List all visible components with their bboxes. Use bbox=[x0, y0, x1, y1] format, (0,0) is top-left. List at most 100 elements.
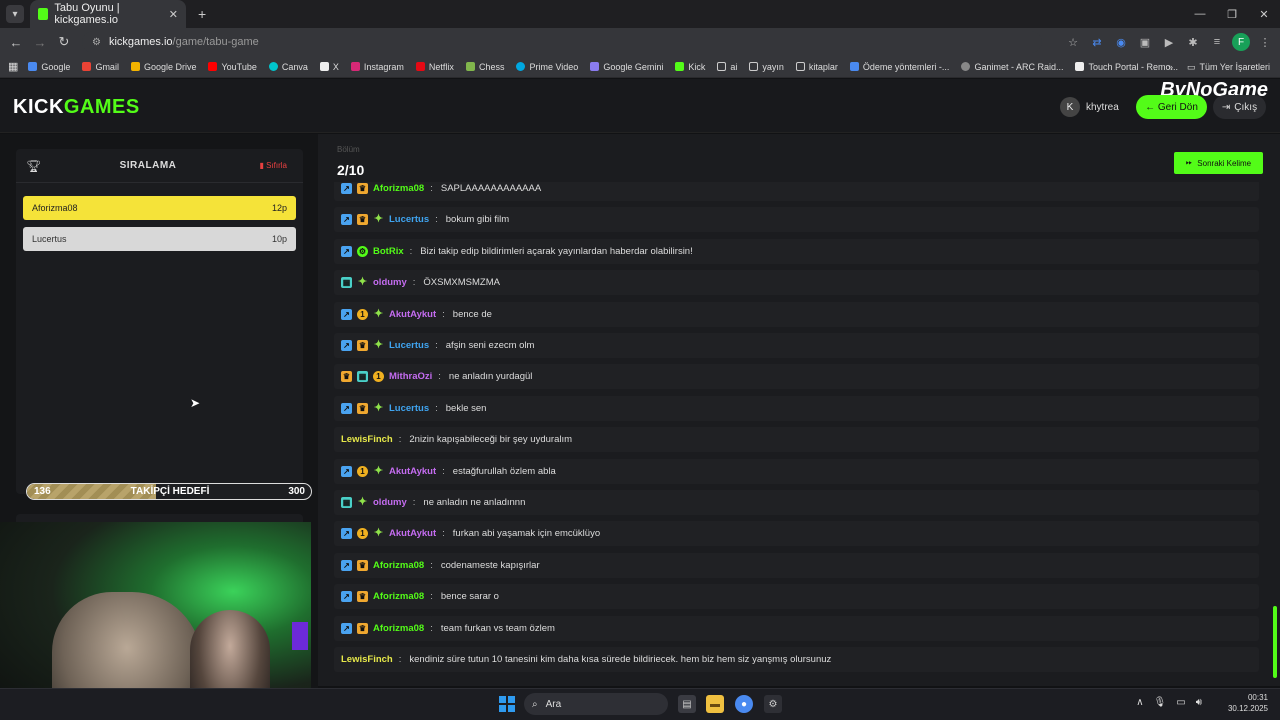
chevron-right-icon[interactable]: » bbox=[1168, 62, 1173, 72]
bookmark-netflix[interactable]: Netflix bbox=[415, 62, 454, 72]
reset-button[interactable]: ▮ Sıfırla bbox=[259, 161, 287, 170]
chat-text: afşin seni ezecm olm bbox=[445, 340, 535, 351]
chat-username[interactable]: AkutAykut bbox=[389, 466, 436, 477]
extension-icon[interactable]: ▣ bbox=[1136, 33, 1154, 51]
bookmark-folder-yayin[interactable]: yayın bbox=[749, 62, 784, 72]
speaker-icon[interactable]: 🔊︎ bbox=[1196, 697, 1202, 708]
bookmark-x[interactable]: X bbox=[319, 62, 339, 72]
maximize-button[interactable]: ❐ bbox=[1216, 8, 1248, 21]
site-logo[interactable]: KICKGAMES bbox=[13, 96, 140, 119]
goal-label: TAKİPÇİ HEDEFİ bbox=[130, 486, 210, 497]
file-explorer-icon[interactable]: ▬ bbox=[706, 695, 724, 713]
chrome-icon[interactable]: ● bbox=[735, 695, 753, 713]
back-button[interactable]: ← Geri Dön bbox=[1136, 95, 1207, 119]
chat-username[interactable]: MithraOzi bbox=[389, 371, 432, 382]
clock[interactable]: 00:31 30.12.2025 bbox=[1228, 692, 1268, 714]
ranking-panel: 🏆︎ SIRALAMA ▮ Sıfırla Aforizma08 12p Luc… bbox=[16, 149, 303, 494]
chat-username[interactable]: Aforizma08 bbox=[373, 623, 424, 634]
microphone-icon[interactable]: 🎙︎ bbox=[1154, 697, 1167, 708]
chat-username[interactable]: LewisFinch bbox=[341, 654, 393, 665]
network-icon[interactable]: ▭ bbox=[1176, 697, 1185, 708]
player-name: Aforizma08 bbox=[32, 203, 78, 213]
chat-separator: : bbox=[442, 465, 445, 477]
bookmark-kick[interactable]: Kick bbox=[675, 62, 705, 72]
chat-separator: : bbox=[442, 308, 445, 320]
chat-message: ▦ ✦ oldumy: ne anladın ne anladınnn bbox=[334, 490, 1259, 515]
taskbar-search[interactable]: ⌕ Ara bbox=[524, 693, 668, 715]
bookmark-canva[interactable]: Canva bbox=[268, 62, 308, 72]
all-bookmarks-label: Tüm Yer İşaretleri bbox=[1199, 62, 1270, 72]
menu-dots-icon[interactable]: ⋮ bbox=[1256, 33, 1274, 51]
bookmark-instagram[interactable]: Instagram bbox=[350, 62, 404, 72]
chat-message: LewisFinch:2nizin kapışabileceği bir şey… bbox=[334, 427, 1259, 453]
new-tab-button[interactable]: + bbox=[198, 6, 206, 22]
chat-text: codenameste kapışırlar bbox=[440, 559, 540, 571]
back-arrow-icon[interactable]: ← bbox=[4, 35, 28, 50]
chat-username[interactable]: oldumy bbox=[373, 277, 407, 288]
bookmark-chess[interactable]: Chess bbox=[465, 62, 504, 72]
all-bookmarks[interactable]: » ▭ Tüm Yer İşaretleri bbox=[1168, 56, 1270, 77]
user-profile[interactable]: K khytrea bbox=[1060, 95, 1119, 119]
chat-username[interactable]: Lucertus bbox=[389, 340, 429, 351]
exit-button[interactable]: ⇥ Çıkış bbox=[1213, 95, 1266, 119]
goal-target: 300 bbox=[288, 486, 305, 497]
bookmark-drive[interactable]: Google Drive bbox=[130, 62, 196, 72]
sparkle-icon: ✦ bbox=[357, 496, 368, 508]
site-info-icon[interactable]: ⚙ bbox=[92, 37, 101, 48]
extension-icon[interactable]: ◉ bbox=[1112, 33, 1130, 51]
minimize-button[interactable]: — bbox=[1184, 8, 1216, 20]
next-word-button[interactable]: ⏩︎ Sonraki Kelime bbox=[1174, 152, 1263, 174]
close-window-button[interactable]: ✕ bbox=[1248, 8, 1280, 21]
bookmark-folder-kitaplar[interactable]: kitaplar bbox=[795, 62, 838, 72]
chat-scrollbar[interactable] bbox=[1273, 606, 1277, 678]
apps-grid-icon[interactable]: ▦ bbox=[8, 60, 18, 73]
chat-username[interactable]: AkutAykut bbox=[389, 528, 436, 539]
tab-close-icon[interactable]: ✕ bbox=[169, 8, 178, 21]
chat-username[interactable]: LewisFinch bbox=[341, 434, 393, 445]
search-placeholder: Ara bbox=[545, 698, 562, 710]
chat-message: ♛ ▦ 1 MithraOzi: ne anladın yurdagül bbox=[334, 364, 1259, 390]
chevron-up-icon[interactable]: ∧ bbox=[1136, 697, 1143, 708]
chat-username[interactable]: Aforizma08 bbox=[373, 560, 424, 571]
chat-username[interactable]: BotRix bbox=[373, 246, 404, 257]
chat-username[interactable]: oldumy bbox=[373, 497, 407, 508]
bookmark-youtube[interactable]: YouTube bbox=[208, 62, 257, 72]
chat-username[interactable]: Aforizma08 bbox=[373, 183, 424, 194]
verified-arrow-icon: ↗ bbox=[341, 183, 352, 194]
chat-separator: : bbox=[438, 371, 441, 383]
tab-list-button[interactable]: ▾ bbox=[6, 5, 24, 23]
app-icon[interactable]: ⚙ bbox=[764, 695, 782, 713]
bookmark-ganimet[interactable]: Ganimet - ARC Raid... bbox=[961, 62, 1063, 72]
profile-avatar[interactable]: F bbox=[1232, 33, 1250, 51]
extensions-puzzle-icon[interactable]: ✱ bbox=[1184, 33, 1202, 51]
bookmark-odeme[interactable]: Ödeme yöntemleri -... bbox=[849, 62, 949, 72]
verified-arrow-icon: ↗ bbox=[341, 591, 352, 603]
task-view-icon[interactable]: ▤ bbox=[678, 695, 696, 713]
verified-arrow-icon: ↗ bbox=[341, 245, 352, 257]
bookmark-prime-video[interactable]: Prime Video bbox=[516, 62, 578, 72]
chat-username[interactable]: AkutAykut bbox=[389, 309, 436, 320]
screen: ▾ Tabu Oyunu | kickgames.io ✕ + — ❐ ✕ ← … bbox=[0, 0, 1280, 720]
chat-username[interactable]: Aforizma08 bbox=[373, 591, 424, 602]
media-icon[interactable]: ≡ bbox=[1208, 33, 1226, 51]
bookmark-touch-portal[interactable]: Touch Portal - Remo... bbox=[1075, 62, 1178, 72]
bookmark-gmail[interactable]: Gmail bbox=[82, 62, 119, 72]
windows-start-icon[interactable] bbox=[499, 696, 515, 712]
play-icon[interactable]: ▶ bbox=[1160, 33, 1178, 51]
chat-username[interactable]: Lucertus bbox=[389, 403, 429, 414]
bookmark-google[interactable]: Google bbox=[28, 62, 70, 72]
translate-icon[interactable]: ⇄ bbox=[1088, 33, 1106, 51]
bookmark-gemini[interactable]: Google Gemini bbox=[590, 62, 663, 72]
browser-tab[interactable]: Tabu Oyunu | kickgames.io ✕ bbox=[30, 0, 186, 28]
chat-message: ↗ ♛ Aforizma08: team furkan vs team özlem bbox=[334, 615, 1259, 641]
chat-message: ↗ ♛ ✦ Lucertus: bokum gibi film bbox=[334, 207, 1259, 233]
verified-arrow-icon: ↗ bbox=[341, 402, 352, 414]
mouse-cursor-icon: ➤ bbox=[190, 396, 201, 410]
reload-icon[interactable]: ↻ bbox=[52, 34, 76, 50]
bookmark-star-icon[interactable]: ☆ bbox=[1064, 33, 1082, 51]
bookmark-folder-ai[interactable]: ai bbox=[717, 62, 737, 72]
chat-username[interactable]: Lucertus bbox=[389, 214, 429, 225]
chat-text: SAPLAAAAAAAAAAAA bbox=[440, 183, 542, 194]
address-bar[interactable]: ⚙ kickgames.io /game/tabu-game bbox=[82, 31, 1042, 53]
forward-arrow-icon[interactable]: → bbox=[28, 35, 52, 50]
